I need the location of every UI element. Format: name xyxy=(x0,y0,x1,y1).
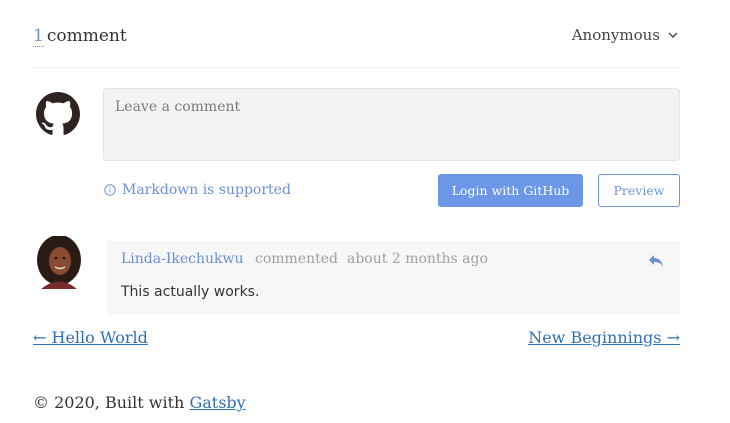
preview-button[interactable]: Preview xyxy=(598,174,680,207)
avatar[interactable] xyxy=(33,236,85,289)
reply-icon[interactable] xyxy=(648,254,664,268)
divider xyxy=(33,67,680,68)
comment-count: 1 comment xyxy=(33,26,127,47)
login-with-github-button[interactable]: Login with GitHub xyxy=(438,174,583,207)
next-post-link[interactable]: New Beginnings → xyxy=(528,328,680,347)
markdown-note[interactable]: Markdown is supported xyxy=(104,182,291,198)
gatsby-link[interactable]: Gatsby xyxy=(189,393,245,412)
footer: © 2020, Built with Gatsby xyxy=(33,393,246,412)
user-menu[interactable]: Anonymous xyxy=(572,26,678,44)
comment-count-number[interactable]: 1 xyxy=(33,26,44,47)
comment-input[interactable] xyxy=(103,88,680,161)
comment-author[interactable]: Linda-Ikechukwu xyxy=(121,251,244,267)
markdown-note-label: Markdown is supported xyxy=(122,182,291,198)
avatar-image xyxy=(33,236,85,289)
info-icon xyxy=(104,184,116,196)
comment-time[interactable]: about 2 months ago xyxy=(347,251,488,267)
comment-count-label: comment xyxy=(46,26,127,46)
footer-text: © 2020, Built with xyxy=(33,393,185,412)
chevron-down-icon xyxy=(668,32,678,38)
prev-post-link[interactable]: ← Hello World xyxy=(33,328,148,347)
user-menu-label: Anonymous xyxy=(571,26,660,44)
github-icon xyxy=(36,92,80,135)
comment-body: This actually works. xyxy=(121,284,260,300)
comment-action: commented xyxy=(255,251,338,267)
